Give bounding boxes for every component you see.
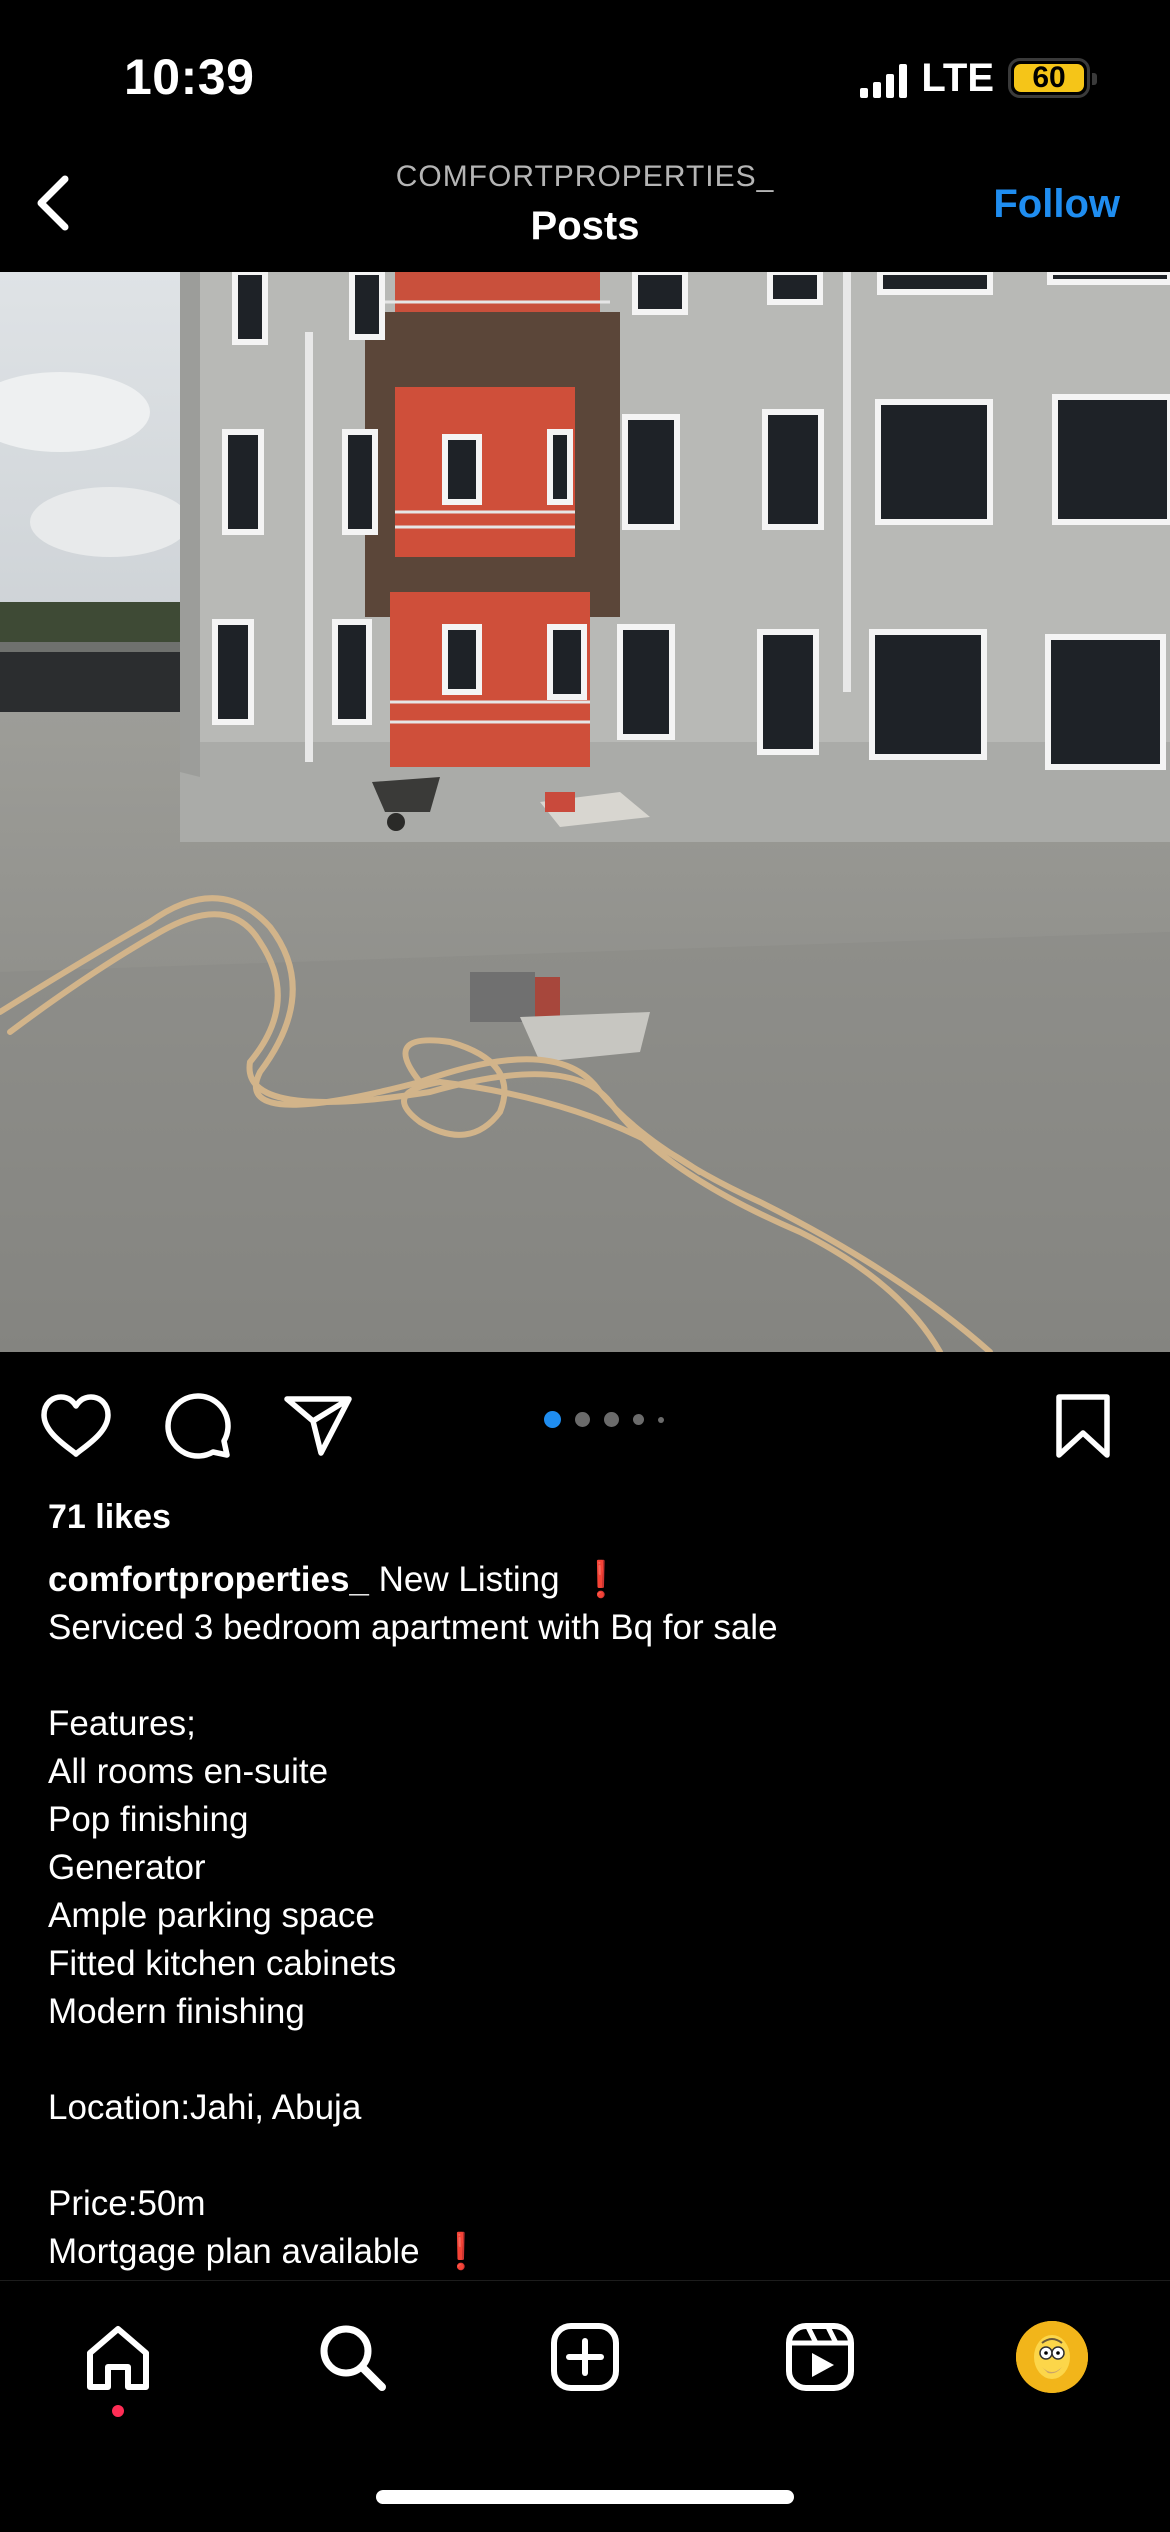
carousel-dot-active: [544, 1411, 561, 1428]
carousel-dot: [658, 1416, 664, 1423]
caption-line: Serviced 3 bedroom apartment with Bq for…: [48, 1608, 778, 1647]
status-time: 10:39: [124, 49, 255, 105]
header: COMFORTPROPERTIES_ Posts Follow: [0, 140, 1170, 272]
tab-profile[interactable]: [1012, 2317, 1092, 2397]
caption-first-line: comfortproperties_ New Listing ❗: [48, 1556, 1128, 1604]
screen: 10:39 LTE 60 COMFORTPROPERTIES_ Posts Fo…: [0, 0, 1170, 2532]
heart-icon: [41, 1394, 111, 1457]
search-icon: [320, 2325, 386, 2391]
carousel-indicator: [544, 1411, 664, 1428]
tab-reels[interactable]: [780, 2317, 860, 2397]
save-button[interactable]: [1045, 1388, 1121, 1464]
post-caption: comfortproperties_ New Listing ❗ Service…: [48, 1556, 1128, 2276]
home-indicator[interactable]: [376, 2490, 794, 2504]
battery-icon: 60: [1008, 58, 1097, 98]
caption-username[interactable]: comfortproperties_: [48, 1560, 369, 1599]
plus-square-icon: [551, 2323, 619, 2391]
caption-line: Mortgage plan available: [48, 2232, 420, 2271]
post-image[interactable]: [0, 272, 1170, 1352]
likes-count[interactable]: 71 likes: [48, 1498, 171, 1537]
avatar: [1016, 2321, 1088, 2393]
status-bar: 10:39 LTE 60: [0, 0, 1170, 140]
caption-line: [48, 2036, 1128, 2084]
comment-icon: [165, 1393, 231, 1459]
caption-line: Ample parking space: [48, 1896, 375, 1935]
caption-line: Generator: [48, 1848, 206, 1887]
exclamation-icon: ❗: [439, 2232, 483, 2271]
caption-headline: New Listing: [378, 1560, 560, 1599]
comment-button[interactable]: [160, 1388, 236, 1464]
reels-icon: [786, 2323, 854, 2391]
exclamation-icon: ❗: [579, 1560, 623, 1599]
signal-icon: [860, 58, 908, 98]
caption-line: Price:50m: [48, 2184, 206, 2223]
carousel-dot: [575, 1412, 590, 1427]
caption-line: Pop finishing: [48, 1800, 249, 1839]
caption-line: Modern finishing: [48, 1992, 305, 2031]
home-notification-dot: [112, 2405, 124, 2417]
like-button[interactable]: [38, 1388, 114, 1464]
caption-line: Location:Jahi, Abuja: [48, 2088, 362, 2127]
share-button[interactable]: [280, 1388, 356, 1464]
follow-button[interactable]: Follow: [993, 182, 1120, 227]
status-indicators: LTE 60: [860, 54, 1097, 102]
tab-create[interactable]: [545, 2317, 625, 2397]
tab-search[interactable]: [312, 2317, 392, 2397]
tab-home[interactable]: [78, 2317, 158, 2397]
caption-line: Features;: [48, 1704, 196, 1743]
caption-line: Fitted kitchen cabinets: [48, 1944, 397, 1983]
bookmark-icon: [1056, 1394, 1110, 1458]
caption-line: [48, 2132, 1128, 2180]
carousel-dot: [633, 1414, 644, 1425]
network-label: LTE: [921, 55, 994, 100]
carousel-dot: [604, 1412, 619, 1427]
caption-last-line: Mortgage plan available ❗: [48, 2228, 1128, 2276]
home-icon: [87, 2326, 149, 2390]
caption-line: [48, 1652, 1128, 1700]
battery-level: 60: [1014, 63, 1084, 93]
caption-line: All rooms en-suite: [48, 1752, 329, 1791]
send-icon: [284, 1396, 352, 1456]
